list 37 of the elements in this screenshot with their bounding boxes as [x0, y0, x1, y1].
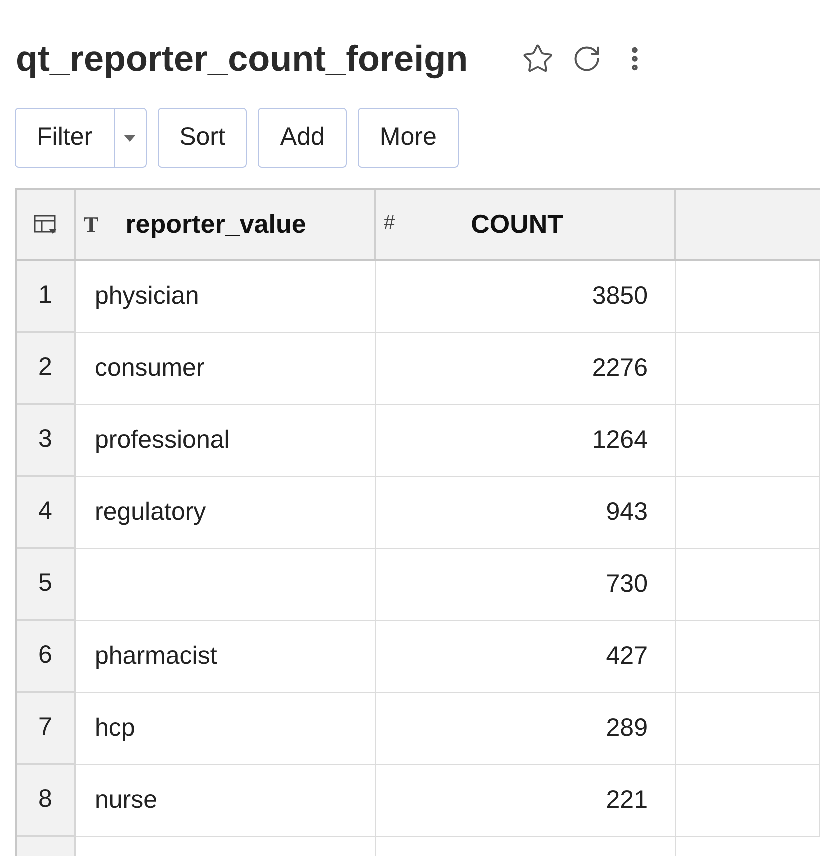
- filter-button[interactable]: Filter: [16, 109, 115, 167]
- toolbar-button[interactable]: More: [358, 108, 459, 168]
- refresh-icon[interactable]: [572, 44, 602, 74]
- row-number: 2: [17, 333, 76, 405]
- row-number: 1: [17, 261, 76, 333]
- column-type-icon: #: [384, 208, 396, 238]
- table-cell: physician: [76, 261, 376, 333]
- table-cell: regulatory: [76, 477, 376, 549]
- table-cell: 221: [376, 765, 676, 837]
- row-number: 7: [17, 693, 76, 765]
- table-cell: nurse: [76, 765, 376, 837]
- page-title: qt_reporter_count_foreign: [16, 37, 468, 81]
- table-cell: 730: [376, 549, 676, 621]
- filter-split-button[interactable]: Filter: [15, 108, 147, 168]
- toolbar-button[interactable]: Sort: [158, 108, 248, 168]
- table-cell: 943: [376, 477, 676, 549]
- row-number: 8: [17, 765, 76, 837]
- caret-icon: [124, 134, 136, 142]
- row-number: 3: [17, 405, 76, 477]
- table-cell: 3850: [376, 261, 676, 333]
- column-header[interactable]: COUNT: [471, 205, 564, 244]
- star-icon[interactable]: [522, 43, 554, 75]
- column-header[interactable]: reporter_value: [126, 205, 306, 244]
- row-number: 6: [17, 621, 76, 693]
- toolbar-button[interactable]: Add: [258, 108, 347, 168]
- table-settings-icon[interactable]: [32, 214, 58, 236]
- row-number: 5: [17, 549, 76, 621]
- column-type-icon: T: [84, 208, 99, 241]
- table-cell: 289: [376, 693, 676, 765]
- table-cell: 1264: [376, 405, 676, 477]
- table-cell: hcp: [76, 693, 376, 765]
- table-cell: professional: [76, 405, 376, 477]
- table-cell: pharmacist: [76, 621, 376, 693]
- table-cell: 2276: [376, 333, 676, 405]
- table-cell: consumer: [76, 333, 376, 405]
- table-cell: 427: [376, 621, 676, 693]
- row-number: 4: [17, 477, 76, 549]
